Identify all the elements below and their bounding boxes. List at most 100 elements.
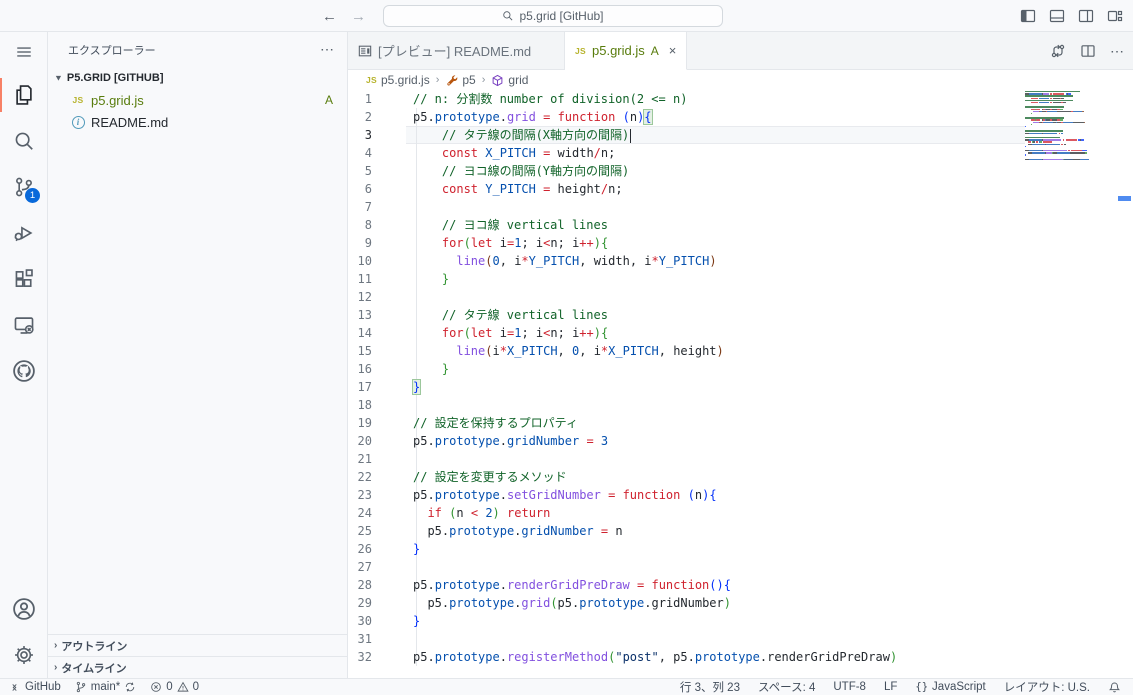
language-status[interactable]: {} JavaScript (915, 681, 985, 693)
remote-explorer-button[interactable] (0, 302, 47, 348)
line-number[interactable]: 10 (348, 252, 372, 270)
code-line[interactable] (413, 288, 1025, 306)
code-line[interactable]: // 設定を保持するプロパティ (413, 414, 1025, 432)
code-line[interactable]: } (413, 360, 1025, 378)
bell-icon[interactable] (1108, 681, 1121, 694)
code-line[interactable] (413, 558, 1025, 576)
code-line[interactable]: for(let i=1; i<n; i++){ (413, 324, 1025, 342)
customize-layout-icon[interactable] (1107, 8, 1123, 24)
line-number[interactable]: 12 (348, 288, 372, 306)
timeline-section-header[interactable]: › タイムライン (48, 656, 347, 678)
line-number[interactable]: 14 (348, 324, 372, 342)
line-number[interactable]: 19 (348, 414, 372, 432)
line-number[interactable]: 23 (348, 486, 372, 504)
code-line[interactable]: } (413, 270, 1025, 288)
line-number[interactable]: 32 (348, 648, 372, 666)
line-number[interactable]: 9 (348, 234, 372, 252)
code-line[interactable] (413, 198, 1025, 216)
line-number[interactable]: 4 (348, 144, 372, 162)
code-line[interactable]: p5.prototype.renderGridPreDraw = functio… (413, 576, 1025, 594)
command-center-search[interactable]: p5.grid [GitHub] (383, 5, 723, 27)
remote-indicator[interactable]: GitHub (8, 681, 61, 694)
split-editor-icon[interactable] (1080, 43, 1096, 59)
code-line[interactable] (413, 450, 1025, 468)
nav-back-icon[interactable]: ← (322, 8, 337, 25)
line-number[interactable]: 18 (348, 396, 372, 414)
cursor-position-status[interactable]: 行 3、列 23 (680, 679, 740, 695)
code-line[interactable]: const X_PITCH = width/n; (413, 144, 1025, 162)
line-number[interactable]: 25 (348, 522, 372, 540)
search-button[interactable] (0, 118, 47, 164)
toggle-secondary-sidebar-icon[interactable] (1078, 8, 1094, 24)
line-number[interactable]: 16 (348, 360, 372, 378)
line-number[interactable]: 30 (348, 612, 372, 630)
git-branch-status[interactable]: main* (75, 681, 136, 693)
code-line[interactable]: } (413, 378, 1025, 396)
code-line[interactable]: // ヨコ線の間隔(Y軸方向の間隔) (413, 162, 1025, 180)
open-changes-icon[interactable] (1050, 43, 1066, 59)
code-line[interactable]: // ヨコ線 vertical lines (413, 216, 1025, 234)
tree-root-folder[interactable]: ▼ P5.GRID [GITHUB] (48, 67, 347, 89)
github-button[interactable] (0, 348, 47, 394)
line-number[interactable]: 13 (348, 306, 372, 324)
line-number[interactable]: 5 (348, 162, 372, 180)
problems-status[interactable]: 0 0 (150, 681, 199, 693)
code-line[interactable]: line(0, i*Y_PITCH, width, i*Y_PITCH) (413, 252, 1025, 270)
code-line[interactable]: p5.prototype.grid = function (n){ (413, 108, 1025, 126)
more-actions-icon[interactable]: ⋯ (1110, 43, 1125, 60)
explorer-button[interactable] (0, 72, 47, 118)
run-debug-button[interactable] (0, 210, 47, 256)
breadcrumb-file[interactable]: JS p5.grid.js (366, 73, 430, 87)
encoding-status[interactable]: UTF-8 (833, 681, 866, 693)
code-line[interactable]: // n: 分割数 number of division(2 <= n) (413, 90, 1025, 108)
code-line[interactable]: // タテ線の間隔(X軸方向の間隔) (413, 126, 1025, 144)
line-number[interactable]: 20 (348, 432, 372, 450)
line-number[interactable]: 2 (348, 108, 372, 126)
line-number[interactable]: 1 (348, 90, 372, 108)
code-line[interactable]: } (413, 612, 1025, 630)
line-number[interactable]: 15 (348, 342, 372, 360)
code-line[interactable] (413, 630, 1025, 648)
line-number[interactable]: 8 (348, 216, 372, 234)
line-number[interactable]: 24 (348, 504, 372, 522)
explorer-more-icon[interactable]: ⋯ (320, 41, 335, 58)
source-control-button[interactable]: 1 (0, 164, 47, 210)
code-line[interactable]: for(let i=1; i<n; i++){ (413, 234, 1025, 252)
line-number[interactable]: 11 (348, 270, 372, 288)
outline-section-header[interactable]: › アウトライン (48, 634, 347, 656)
code-line[interactable]: if (n < 2) return (413, 504, 1025, 522)
line-number[interactable]: 31 (348, 630, 372, 648)
code-line[interactable]: p5.prototype.gridNumber = 3 (413, 432, 1025, 450)
line-number[interactable]: 7 (348, 198, 372, 216)
line-number[interactable]: 21 (348, 450, 372, 468)
line-number[interactable]: 22 (348, 468, 372, 486)
layout-status[interactable]: レイアウト: U.S. (1004, 679, 1090, 695)
close-icon[interactable]: × (669, 43, 677, 58)
line-number[interactable]: 29 (348, 594, 372, 612)
code-line[interactable]: p5.prototype.registerMethod("post", p5.p… (413, 648, 1025, 666)
line-number[interactable]: 28 (348, 576, 372, 594)
eol-status[interactable]: LF (884, 681, 897, 693)
line-number[interactable]: 26 (348, 540, 372, 558)
line-number[interactable]: 3 (348, 126, 372, 144)
line-number[interactable]: 6 (348, 180, 372, 198)
indentation-status[interactable]: スペース: 4 (758, 679, 815, 695)
code-line[interactable]: p5.prototype.grid(p5.prototype.gridNumbe… (413, 594, 1025, 612)
breadcrumb-symbol-grid[interactable]: grid (491, 73, 528, 87)
extensions-button[interactable] (0, 256, 47, 302)
minimap[interactable] (1025, 91, 1089, 161)
tab-readme-preview[interactable]: [プレビュー] README.md (348, 32, 565, 69)
account-button[interactable] (0, 586, 47, 632)
toggle-sidebar-icon[interactable] (1020, 8, 1036, 24)
code-line[interactable]: // タテ線 vertical lines (413, 306, 1025, 324)
line-number[interactable]: 27 (348, 558, 372, 576)
nav-forward-icon[interactable]: → (351, 8, 366, 25)
code-editor[interactable]: 1234567891011121314151617181920212223242… (348, 90, 1133, 678)
file-item-p5-grid-js[interactable]: JS p5.grid.js A (48, 89, 347, 111)
code-line[interactable]: p5.prototype.setGridNumber = function (n… (413, 486, 1025, 504)
file-item-readme-md[interactable]: i README.md (48, 111, 347, 133)
line-number[interactable]: 17 (348, 378, 372, 396)
code-line[interactable]: } (413, 540, 1025, 558)
tab-p5-grid-js[interactable]: JS p5.grid.js A × (565, 32, 687, 70)
code-line[interactable] (413, 396, 1025, 414)
